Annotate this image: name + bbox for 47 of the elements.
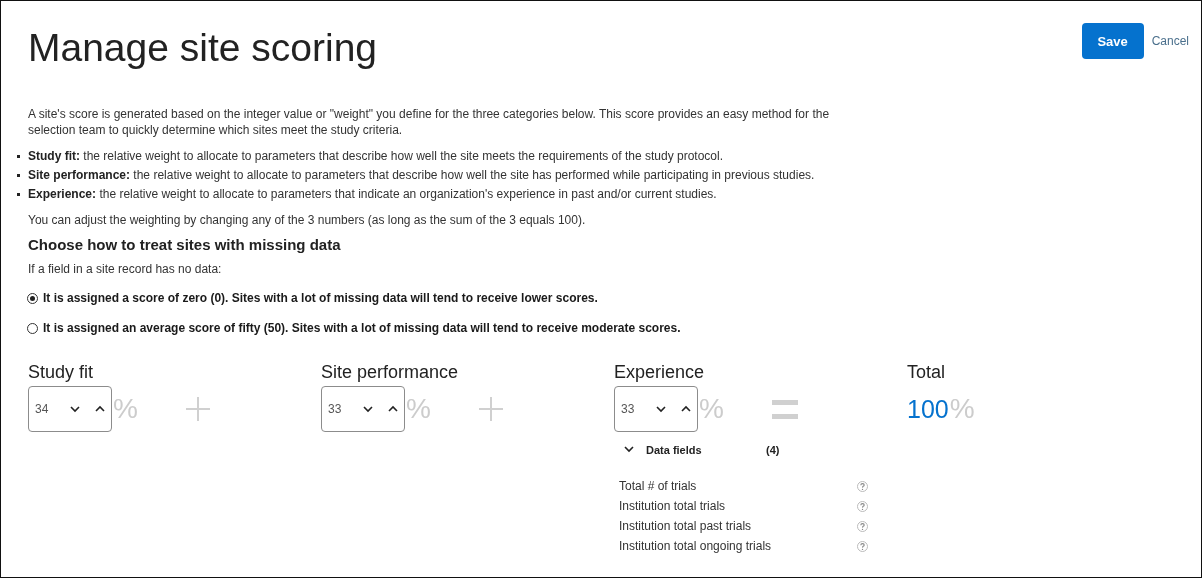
radio-label: It is assigned a score of zero (0). Sites with a lot of missing data will tend to receive lower scores. <box>43 291 598 305</box>
page-title: Manage site scoring <box>28 25 378 71</box>
category-label: Experience <box>614 361 706 383</box>
total-label: Total <box>907 361 947 383</box>
data-field-label: Total # of trials <box>619 478 698 494</box>
total-value: 100 <box>907 396 949 422</box>
help-icon <box>857 500 868 512</box>
data-field-label: Institution total past trials <box>619 518 753 534</box>
data-field-label: Institution total ongoing trials <box>619 538 773 554</box>
help-icon <box>857 520 868 532</box>
radio-label: It is assigned an average score of fifty (50). Sites with a lot of missing data will tend to receive moderate scores. <box>43 321 681 335</box>
plus-icon <box>185 397 210 421</box>
section-heading: Choose how to treat sites with missing data <box>28 235 342 255</box>
percent-sign: % <box>949 395 975 423</box>
percent-sign: % <box>406 395 431 423</box>
help-icon <box>857 540 868 552</box>
number-spinner[interactable]: 34 <box>28 386 112 432</box>
chevron-up-icon <box>388 405 399 413</box>
cancel-link[interactable]: Cancel <box>1151 34 1189 48</box>
data-fields-toggle[interactable]: Data fields (4) <box>614 444 780 456</box>
prompt-text: If a field in a site record has no data: <box>28 261 223 277</box>
chevron-up-icon <box>681 405 692 413</box>
help-icon <box>857 480 868 492</box>
data-field-label: Institution total trials <box>619 498 727 514</box>
weighting-note: You can adjust the weighting by changing any of the 3 numbers (as long as the sum of the 3 equals 100). <box>28 212 587 228</box>
number-spinner[interactable]: 33 <box>614 386 698 432</box>
bullet-text: Site performance: the relative weight to allocate to parameters that describe how well the site has performed while participating in previous studies. <box>28 167 815 183</box>
bullet-icon <box>17 192 20 196</box>
bullet-icon <box>17 154 20 158</box>
category-label: Study fit <box>28 361 95 383</box>
radio-button[interactable] <box>27 322 38 334</box>
intro-paragraph: A site's score is generated based on the integer value or "weight" you define for the three categories below. This score provides an easy method for the selection team to quickly determine which sites meet the study criteria. <box>28 106 831 138</box>
percent-sign: % <box>113 395 138 423</box>
save-button[interactable]: Save <box>1081 23 1144 59</box>
radio-button[interactable] <box>27 292 38 304</box>
chevron-down-icon <box>362 405 373 413</box>
equals-icon <box>771 399 798 419</box>
percent-sign: % <box>699 395 724 423</box>
chevron-down-icon <box>69 405 80 413</box>
plus-icon <box>478 397 503 421</box>
number-spinner[interactable]: 33 <box>321 386 405 432</box>
chevron-up-icon <box>95 405 106 413</box>
bullet-text: Study fit: the relative weight to allocate to parameters that describe how well the site meets the requirements of the study protocol. <box>28 148 723 164</box>
category-label: Site performance <box>321 361 460 383</box>
chevron-down-icon <box>655 405 666 413</box>
bullet-text: Experience: the relative weight to allocate to parameters that indicate an organization's experience in past and/or current studies. <box>28 186 717 202</box>
bullet-icon <box>17 173 20 177</box>
